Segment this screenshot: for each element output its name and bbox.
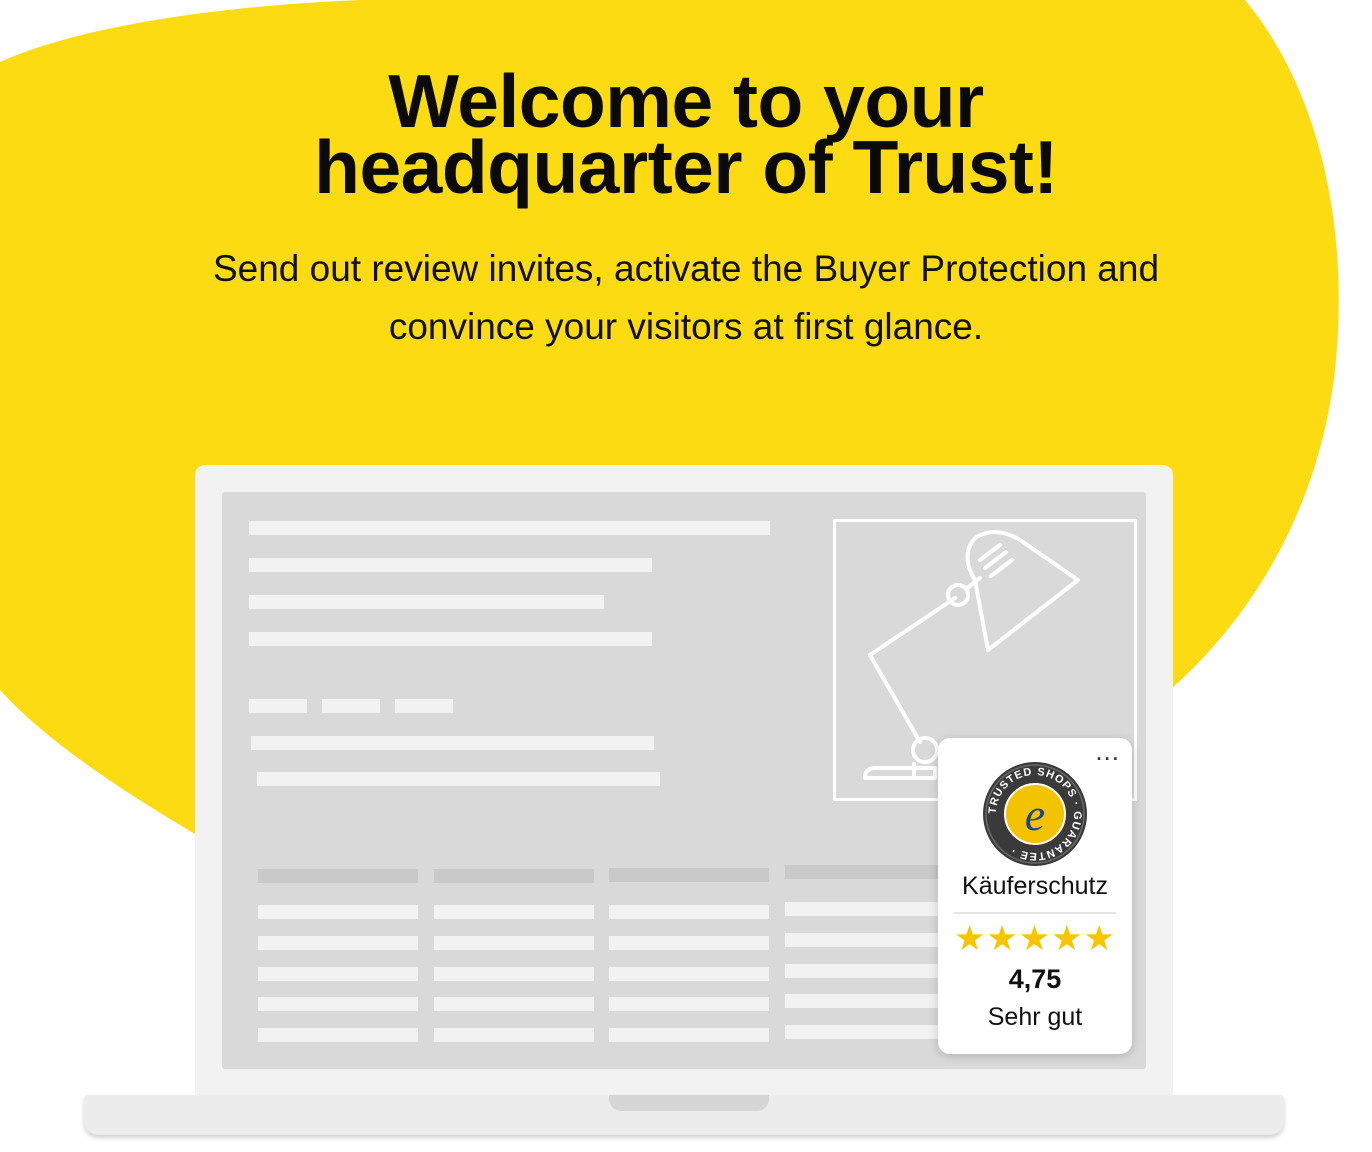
placeholder-table-header [434, 869, 594, 883]
more-options-icon[interactable]: ... [1095, 738, 1120, 764]
placeholder-table-cell [609, 936, 769, 950]
placeholder-table-cell [609, 997, 769, 1011]
placeholder-line [249, 558, 652, 572]
placeholder-chip [322, 699, 380, 713]
placeholder-chip [249, 699, 307, 713]
placeholder-line [249, 595, 604, 609]
badge-divider [954, 912, 1116, 914]
placeholder-table-cell [258, 936, 418, 950]
hero-subtitle-line1: Send out review invites, activate the Bu… [212, 248, 1160, 289]
placeholder-table-cell [785, 994, 945, 1008]
placeholder-table-cell [258, 1028, 418, 1042]
rating-text: Sehr gut [987, 1003, 1083, 1031]
buyer-protection-label: Käuferschutz [962, 872, 1108, 900]
placeholder-line [249, 521, 770, 535]
rating-value: 4,75 [1008, 964, 1062, 994]
hero-title-line2: headquarter of Trust! [314, 125, 1058, 209]
placeholder-table-cell [609, 905, 769, 919]
trusted-shops-seal-icon: TRUSTED SHOPS · GUARANTEE · e [983, 762, 1087, 866]
trustbadge-widget[interactable]: ... TRUSTED SHOPS · GUARANTEE · e Käufer… [938, 738, 1132, 1054]
placeholder-table-header [785, 865, 945, 879]
placeholder-table-cell [785, 902, 945, 916]
placeholder-table-cell [258, 967, 418, 981]
placeholder-table-cell [434, 905, 594, 919]
laptop-notch [609, 1095, 769, 1111]
placeholder-table-cell [785, 1025, 945, 1039]
placeholder-table-cell [434, 936, 594, 950]
placeholder-table-cell [609, 967, 769, 981]
hero-subtitle-line2: convince your visitors at first glance. [388, 306, 984, 347]
placeholder-table-cell [434, 1028, 594, 1042]
laptop-base [84, 1095, 1284, 1135]
placeholder-line [257, 772, 660, 786]
svg-text:e: e [1025, 789, 1045, 840]
placeholder-table-cell [785, 933, 945, 947]
placeholder-table-cell [785, 964, 945, 978]
placeholder-table-cell [609, 1028, 769, 1042]
placeholder-table-cell [434, 997, 594, 1011]
placeholder-table-header [609, 868, 769, 882]
placeholder-table-cell [434, 967, 594, 981]
placeholder-table-cell [258, 905, 418, 919]
placeholder-table-header [258, 869, 418, 883]
hero-subtitle: Send out review invites, activate the Bu… [150, 240, 1222, 356]
placeholder-table-cell [258, 997, 418, 1011]
rating-stars: ★★★★★ [954, 919, 1116, 958]
placeholder-line [251, 736, 654, 750]
hero-title: Welcome to your headquarter of Trust! [0, 64, 1372, 205]
placeholder-line [249, 632, 652, 646]
placeholder-chip [395, 699, 453, 713]
